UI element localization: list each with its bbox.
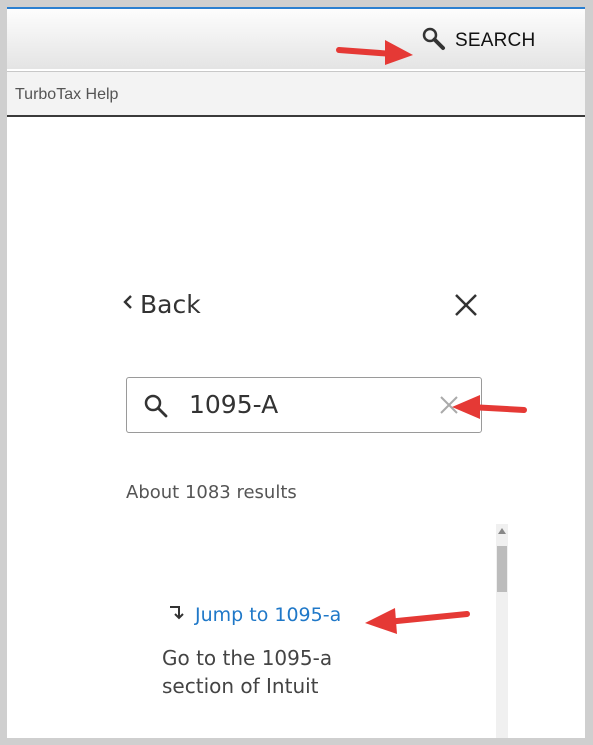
jump-link-label[interactable]: Jump to 1095-a [195,604,341,626]
app-window: SEARCH TurboTax Help Back 1095-A About 1… [7,7,585,738]
search-input-value[interactable]: 1095-A [189,390,278,419]
annotation-arrow-clear [452,395,527,419]
jump-description: Go to the 1095-a section of Intuit [162,646,333,698]
back-label: Back [140,290,201,319]
help-tab-strip: TurboTax Help [7,71,585,117]
jump-arrow-icon [167,602,187,627]
results-scrollbar[interactable] [496,524,508,738]
magnifier-icon [421,26,447,57]
jump-link[interactable]: Jump to 1095-a [167,602,341,627]
results-count: About 1083 results [126,482,297,503]
chevron-left-icon [122,293,134,316]
header-search-button[interactable]: SEARCH [421,27,535,55]
scroll-up-arrow-icon[interactable] [498,528,506,534]
back-button[interactable]: Back [122,290,201,319]
help-search-input[interactable]: 1095-A [126,377,482,433]
top-toolbar: SEARCH [7,7,585,69]
annotation-arrow-search [336,40,413,65]
header-search-label: SEARCH [455,30,536,51]
scroll-thumb[interactable] [497,546,507,592]
close-icon[interactable] [452,291,480,319]
search-icon [143,393,169,424]
annotation-arrow-jump [365,608,470,634]
tab-title: TurboTax Help [15,86,119,103]
